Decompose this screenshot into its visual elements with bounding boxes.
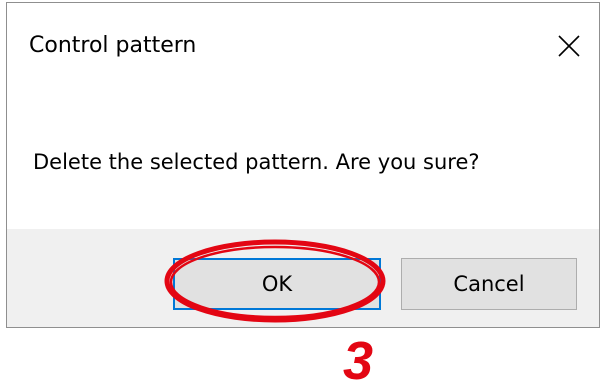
step-number: 3 [343,331,374,391]
close-button[interactable] [539,3,599,89]
button-bar: OK Cancel [7,229,599,327]
dialog-content: Delete the selected pattern. Are you sur… [7,91,599,229]
title-bar: Control pattern [7,3,599,91]
confirm-message: Delete the selected pattern. Are you sur… [33,150,480,174]
dialog-title: Control pattern [29,33,197,58]
close-icon [558,35,580,57]
confirm-dialog: Control pattern Delete the selected patt… [6,2,600,328]
cancel-button[interactable]: Cancel [401,258,577,310]
ok-button[interactable]: OK [173,258,381,310]
